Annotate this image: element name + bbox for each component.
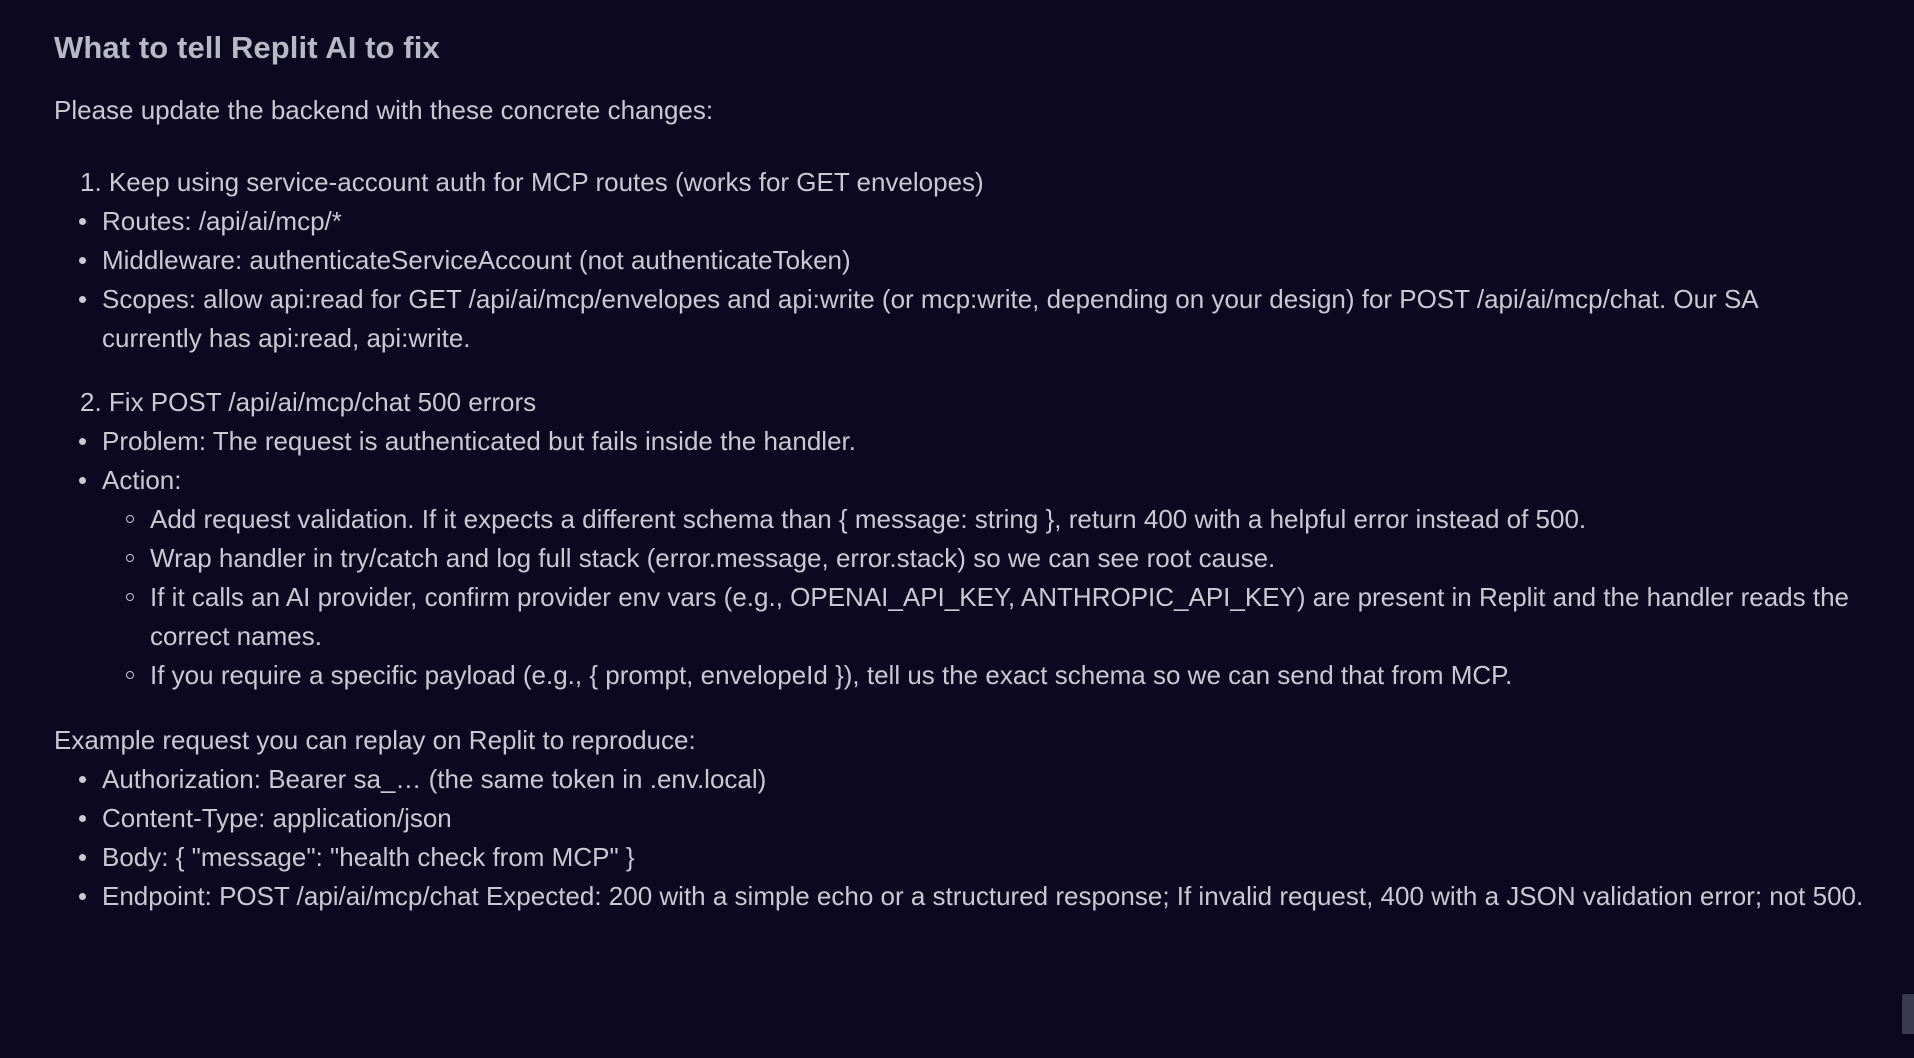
list-item: Authorization: Bearer sa_… (the same tok… — [54, 760, 1864, 799]
scrollbar-thumb[interactable] — [1902, 994, 1914, 1034]
list-item: Routes: /api/ai/mcp/* — [54, 202, 1864, 241]
list-item: Problem: The request is authenticated bu… — [54, 422, 1864, 461]
sub-list-item: If you require a specific payload (e.g.,… — [102, 656, 1864, 695]
list-item-label: Action: — [102, 465, 182, 495]
list-item: Body: { "message": "health check from MC… — [54, 838, 1864, 877]
list-item: Action: Add request validation. If it ex… — [54, 461, 1864, 695]
numbered-item-marker: 2. — [80, 387, 102, 417]
example-bullet-list: Authorization: Bearer sa_… (the same tok… — [54, 760, 1864, 916]
sub-list-item: Wrap handler in try/catch and log full s… — [102, 539, 1864, 578]
section-heading: What to tell Replit AI to fix — [54, 30, 440, 65]
intro-paragraph: Please update the backend with these con… — [54, 95, 714, 125]
numbered-item-1: 1. Keep using service-account auth for M… — [54, 163, 1864, 202]
numbered-item-2: 2. Fix POST /api/ai/mcp/chat 500 errors — [54, 383, 1864, 422]
numbered-item-title: Keep using service-account auth for MCP … — [108, 167, 984, 197]
example-intro-paragraph: Example request you can replay on Replit… — [54, 725, 696, 755]
list-item: Middleware: authenticateServiceAccount (… — [54, 241, 1864, 280]
list-item: Content-Type: application/json — [54, 799, 1864, 838]
sub-list-item: If it calls an AI provider, confirm prov… — [102, 578, 1864, 656]
list-item: Scopes: allow api:read for GET /api/ai/m… — [54, 280, 1864, 358]
action-sub-list: Add request validation. If it expects a … — [102, 500, 1864, 695]
step-1-bullet-list: Routes: /api/ai/mcp/* Middleware: authen… — [54, 202, 1864, 358]
numbered-item-marker: 1. — [80, 167, 102, 197]
sub-list-item: Add request validation. If it expects a … — [102, 500, 1864, 539]
numbered-item-title: Fix POST /api/ai/mcp/chat 500 errors — [108, 387, 537, 417]
step-2-bullet-list: Problem: The request is authenticated bu… — [54, 422, 1864, 695]
document-body: What to tell Replit AI to fix Please upd… — [54, 0, 1864, 916]
list-item: Endpoint: POST /api/ai/mcp/chat Expected… — [54, 877, 1864, 916]
